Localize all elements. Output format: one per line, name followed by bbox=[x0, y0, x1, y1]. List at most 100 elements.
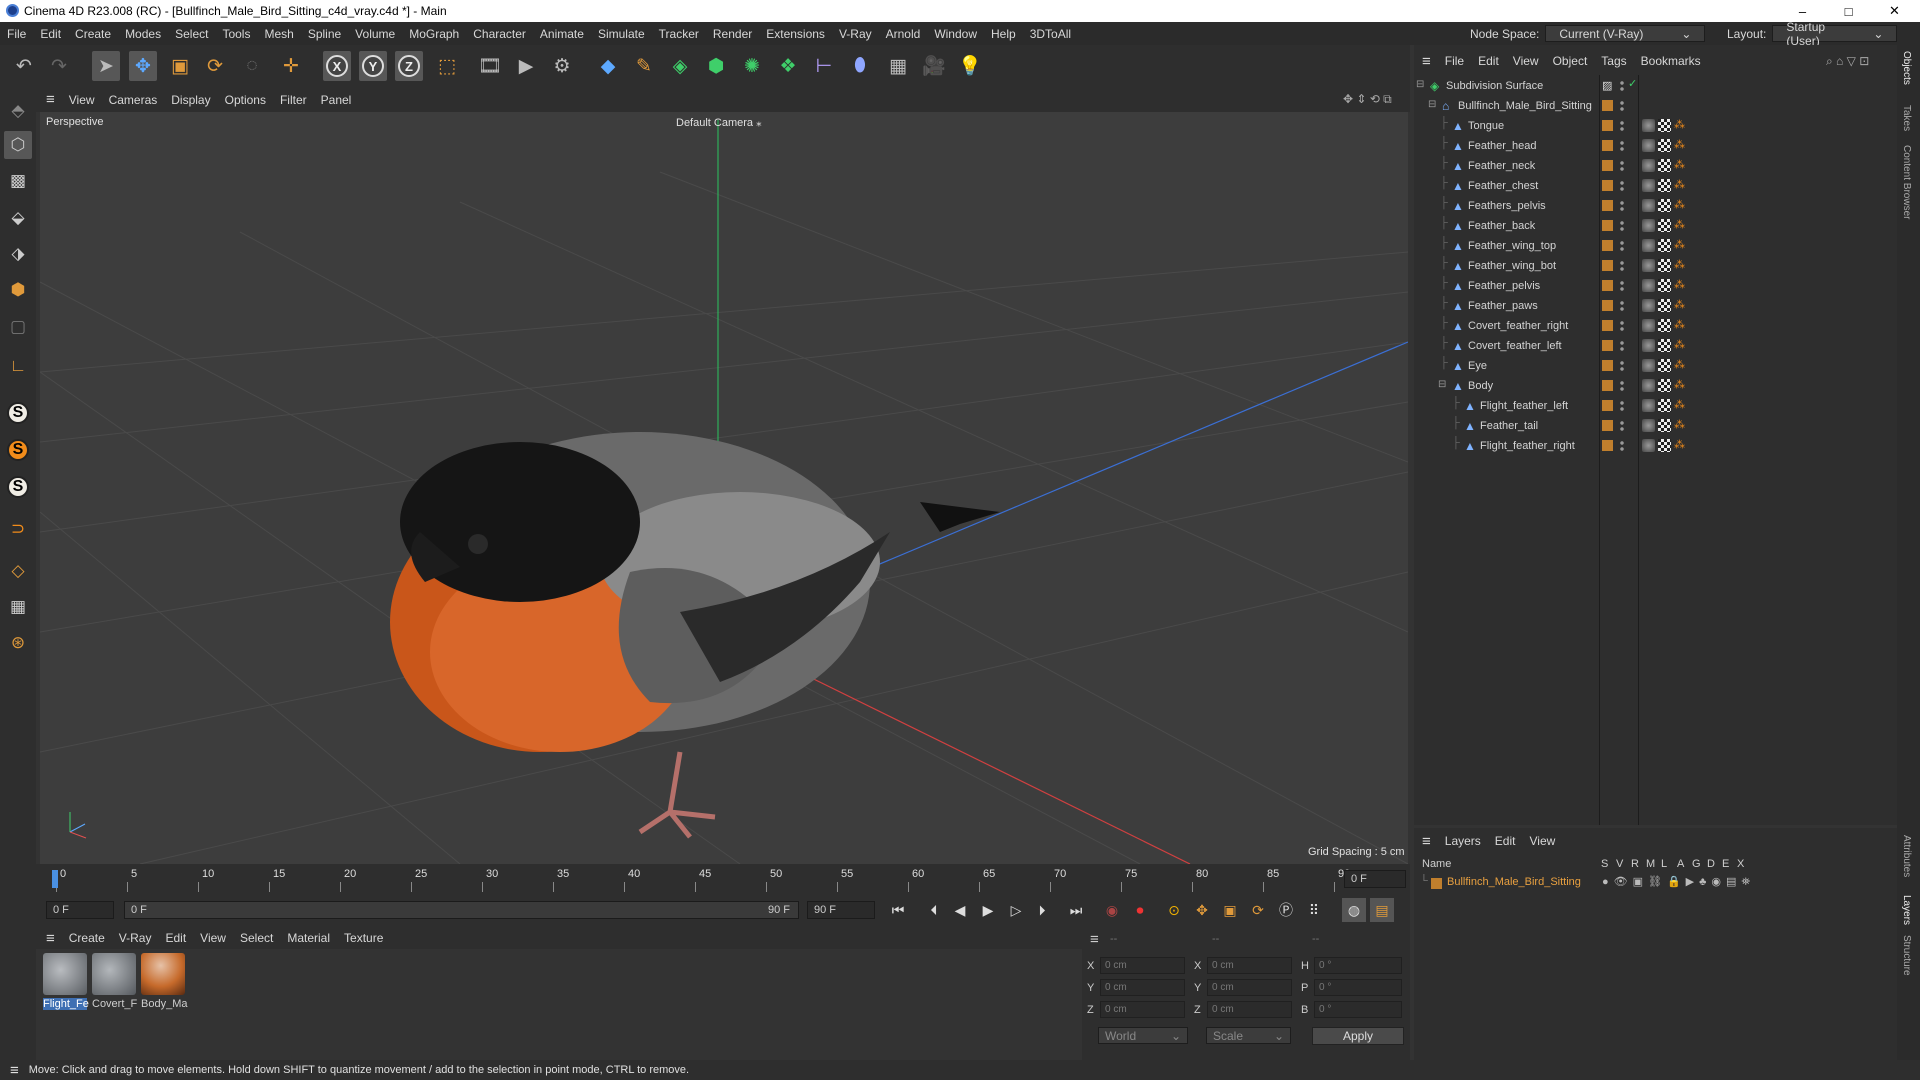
texture-tag-icon[interactable] bbox=[1658, 379, 1671, 392]
menu-help[interactable]: Help bbox=[984, 27, 1023, 41]
visibility-dots-icon[interactable] bbox=[1620, 240, 1624, 252]
go-to-start-icon[interactable]: ⏮ bbox=[886, 898, 910, 922]
object-menu-object[interactable]: Object bbox=[1546, 54, 1595, 68]
render-view-icon[interactable]: ▶ bbox=[512, 51, 540, 81]
layer-col-a[interactable]: A bbox=[1677, 858, 1684, 870]
light-icon[interactable]: 💡 bbox=[956, 51, 984, 81]
pos-z-field[interactable]: 0 cm bbox=[1100, 1001, 1185, 1018]
material-menu-select[interactable]: Select bbox=[233, 931, 280, 945]
material-menu-create[interactable]: Create bbox=[62, 931, 112, 945]
size-x-field[interactable]: 0 cm bbox=[1207, 957, 1292, 974]
model-mode-icon[interactable]: ⬡ bbox=[4, 131, 32, 159]
quantize-icon[interactable]: S bbox=[4, 473, 32, 501]
layer-color-swatch[interactable] bbox=[1602, 220, 1613, 231]
visibility-dots-icon[interactable] bbox=[1620, 140, 1624, 152]
layer-color-swatch[interactable] bbox=[1602, 120, 1613, 131]
layer-menu-view[interactable]: View bbox=[1522, 834, 1562, 848]
play-icon[interactable]: ▶ bbox=[976, 898, 1000, 922]
deformer-icon[interactable]: ⊢ bbox=[810, 51, 838, 81]
texture-mode-icon[interactable]: ▩ bbox=[4, 167, 32, 195]
render-settings-icon[interactable]: ⚙ bbox=[548, 51, 576, 81]
layer-color-swatch[interactable] bbox=[1602, 360, 1613, 371]
visibility-dots-icon[interactable] bbox=[1620, 380, 1624, 392]
workplane-icon[interactable]: ◇ bbox=[4, 557, 32, 585]
close-button[interactable]: ✕ bbox=[1872, 0, 1917, 22]
next-key-icon[interactable]: ⏵ bbox=[1030, 898, 1054, 922]
layer-color-swatch[interactable] bbox=[1602, 380, 1613, 391]
texture-tag-icon[interactable] bbox=[1658, 339, 1671, 352]
object-row[interactable]: ├ ▲ Feather_pelvis ⁂ bbox=[1414, 276, 1897, 296]
3d-viewport[interactable]: Perspective Default Camera ⁎ Grid Spacin… bbox=[40, 112, 1408, 864]
camera-label[interactable]: Default Camera ⁎ bbox=[676, 116, 762, 129]
tab-takes[interactable]: Takes bbox=[1901, 105, 1912, 131]
material-tag-icon[interactable] bbox=[1642, 139, 1655, 152]
checkmark-icon[interactable]: ✓ bbox=[1628, 77, 1637, 90]
menu-spline[interactable]: Spline bbox=[301, 27, 348, 41]
layer-color-swatch[interactable] bbox=[1602, 420, 1613, 431]
menu-create[interactable]: Create bbox=[68, 27, 118, 41]
menu-tools[interactable]: Tools bbox=[215, 27, 257, 41]
cube-icon[interactable]: ◆ bbox=[594, 51, 622, 81]
material-menu-material[interactable]: Material bbox=[280, 931, 337, 945]
visibility-dots-icon[interactable] bbox=[1620, 180, 1624, 192]
menu-arnold[interactable]: Arnold bbox=[879, 27, 928, 41]
layer-col-s[interactable]: S bbox=[1601, 858, 1608, 870]
layer-color-swatch[interactable] bbox=[1602, 400, 1613, 411]
vray-tag-icon[interactable]: ⁂ bbox=[1674, 318, 1685, 331]
object-row[interactable]: ├ ▲ Flight_feather_right ⁂ bbox=[1414, 436, 1897, 456]
object-row[interactable]: ⊟ ▲ Body ⁂ bbox=[1414, 376, 1897, 396]
next-frame-icon[interactable]: ▷ bbox=[1004, 898, 1028, 922]
mograph-icon[interactable]: ❖ bbox=[774, 51, 802, 81]
key-position-icon[interactable]: ✥ bbox=[1190, 898, 1214, 922]
object-row[interactable]: ├ ▲ Eye ⁂ bbox=[1414, 356, 1897, 376]
object-row[interactable]: ├ ▲ Covert_feather_right ⁂ bbox=[1414, 316, 1897, 336]
edges-mode-icon[interactable]: ⬗ bbox=[4, 240, 32, 268]
material-item[interactable]: Covert_F bbox=[92, 953, 137, 1011]
visibility-dots-icon[interactable] bbox=[1620, 440, 1624, 452]
texture-tag-icon[interactable] bbox=[1658, 299, 1671, 312]
layer-menu-layers[interactable]: Layers bbox=[1438, 834, 1488, 848]
layer-color-swatch[interactable] bbox=[1602, 240, 1613, 251]
layer-color-swatch[interactable] bbox=[1602, 100, 1613, 111]
snap-icon[interactable]: S bbox=[4, 399, 32, 427]
visibility-dots-icon[interactable] bbox=[1620, 220, 1624, 232]
key-parameter-icon[interactable]: Ⓟ bbox=[1274, 898, 1298, 922]
layer-color-swatch[interactable] bbox=[1602, 340, 1613, 351]
layer-col-l[interactable]: L bbox=[1661, 858, 1667, 870]
material-tag-icon[interactable] bbox=[1642, 299, 1655, 312]
visibility-dots-icon[interactable] bbox=[1620, 420, 1624, 432]
rotate-tool-icon[interactable]: ⟳ bbox=[201, 51, 229, 81]
material-tag-icon[interactable] bbox=[1642, 199, 1655, 212]
menu-character[interactable]: Character bbox=[466, 27, 533, 41]
texture-tag-icon[interactable] bbox=[1658, 259, 1671, 272]
layer-color-swatch[interactable] bbox=[1602, 300, 1613, 311]
pos-y-field[interactable]: 0 cm bbox=[1100, 979, 1185, 996]
object-row[interactable]: ├ ▲ Feather_neck ⁂ bbox=[1414, 156, 1897, 176]
object-menu-tags[interactable]: Tags bbox=[1594, 54, 1633, 68]
layer-col-g[interactable]: G bbox=[1692, 858, 1701, 870]
tab-layers[interactable]: Layers bbox=[1901, 895, 1912, 925]
menu-simulate[interactable]: Simulate bbox=[591, 27, 652, 41]
end-frame-field[interactable]: 90 F bbox=[807, 901, 875, 919]
key-rotation-icon[interactable]: ⟳ bbox=[1246, 898, 1270, 922]
snap-settings-icon[interactable]: S bbox=[4, 436, 32, 464]
texture-tag-icon[interactable] bbox=[1658, 159, 1671, 172]
visibility-dots-icon[interactable] bbox=[1620, 160, 1624, 172]
material-tag-icon[interactable] bbox=[1642, 159, 1655, 172]
hamburger-icon[interactable]: ≡ bbox=[1414, 833, 1438, 850]
hamburger-icon[interactable]: ≡ bbox=[1090, 931, 1099, 948]
texture-tag-icon[interactable] bbox=[1658, 399, 1671, 412]
subdivision-icon[interactable]: ◈ bbox=[666, 51, 694, 81]
viewport-menu-panel[interactable]: Panel bbox=[314, 93, 359, 107]
layer-color-swatch[interactable] bbox=[1602, 160, 1613, 171]
grid-plane-icon[interactable]: ▦ bbox=[4, 593, 32, 621]
menu-extensions[interactable]: Extensions bbox=[759, 27, 832, 41]
material-menu-view[interactable]: View bbox=[193, 931, 233, 945]
record-icon[interactable]: ⏺ bbox=[1128, 898, 1152, 922]
scale-tool-icon[interactable]: ▣ bbox=[166, 51, 194, 81]
menu-edit[interactable]: Edit bbox=[33, 27, 68, 41]
texture-tag-icon[interactable] bbox=[1658, 439, 1671, 452]
undo-icon[interactable]: ↶ bbox=[10, 51, 38, 81]
vray-tag-icon[interactable]: ⁂ bbox=[1674, 198, 1685, 211]
collapse-toggle-icon[interactable]: ⊟ bbox=[1438, 379, 1446, 390]
